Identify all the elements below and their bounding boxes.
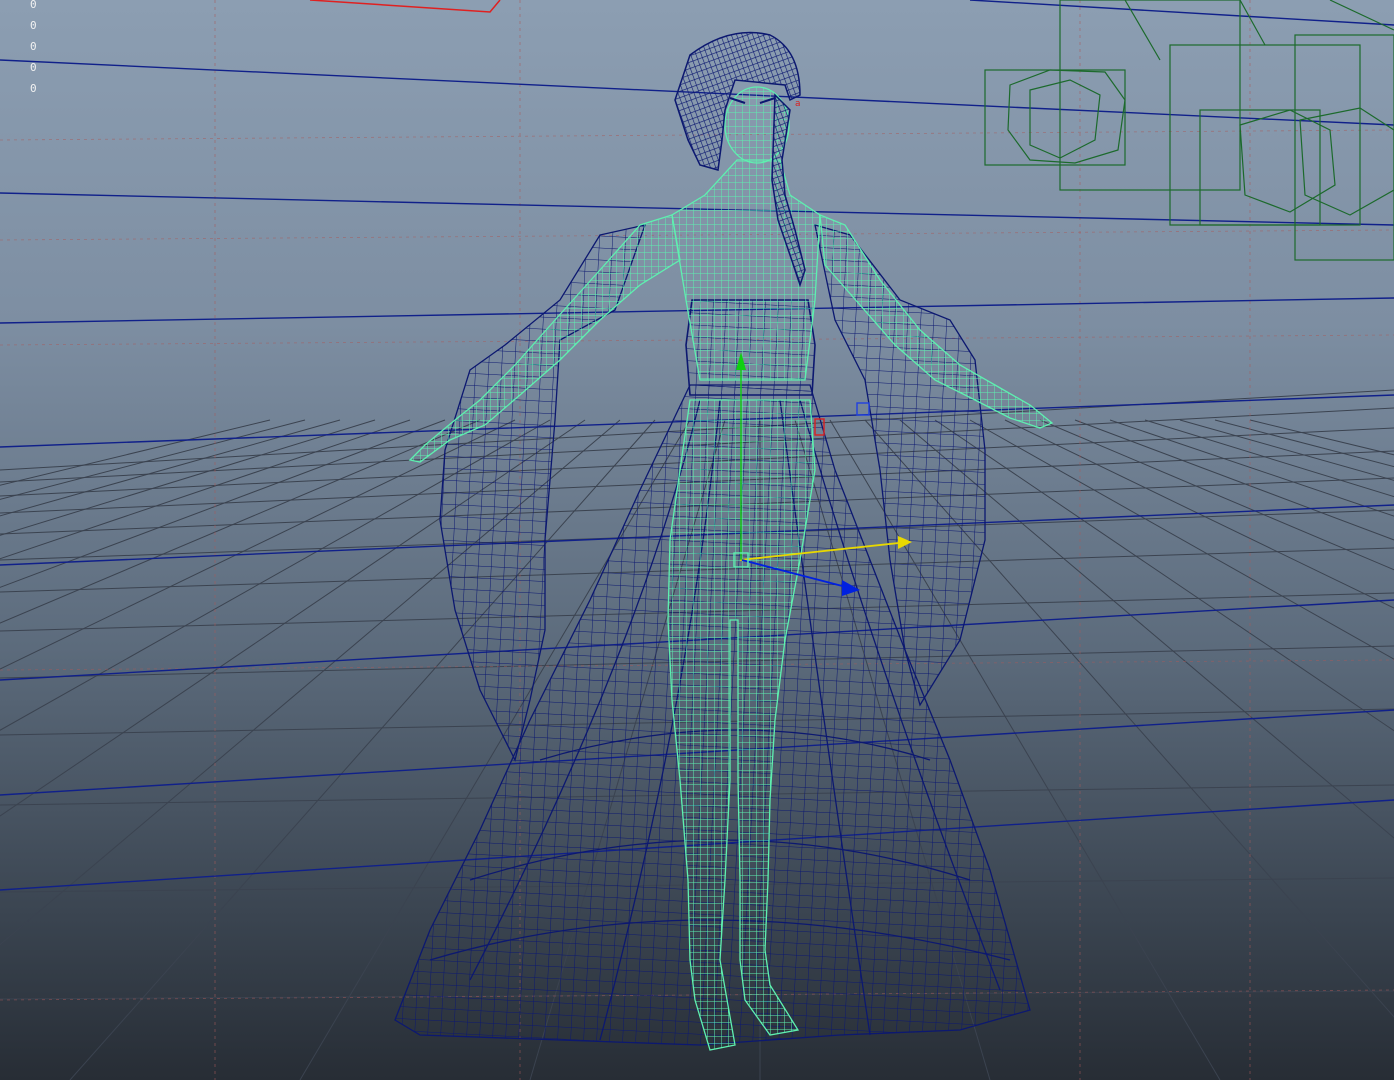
grid-line	[1214, 419, 1394, 468]
grid-line	[969, 419, 1394, 660]
grid-line	[0, 419, 376, 536]
locator-blue[interactable]	[856, 402, 870, 416]
grid-line	[1039, 419, 1394, 571]
grid-line	[1249, 419, 1394, 456]
scene-canvas[interactable]: a	[0, 0, 1394, 1080]
grid-line	[0, 419, 306, 500]
camera-frustum	[309, 0, 501, 13]
grid-line	[1144, 419, 1394, 498]
grid-line	[0, 419, 481, 624]
grid-line	[0, 419, 341, 517]
perspective-viewport[interactable]: 0 0 0 0 0 a	[0, 0, 1394, 1080]
grid-line	[1074, 419, 1394, 541]
grid-line	[0, 419, 411, 560]
locator-marker: a	[795, 99, 801, 109]
